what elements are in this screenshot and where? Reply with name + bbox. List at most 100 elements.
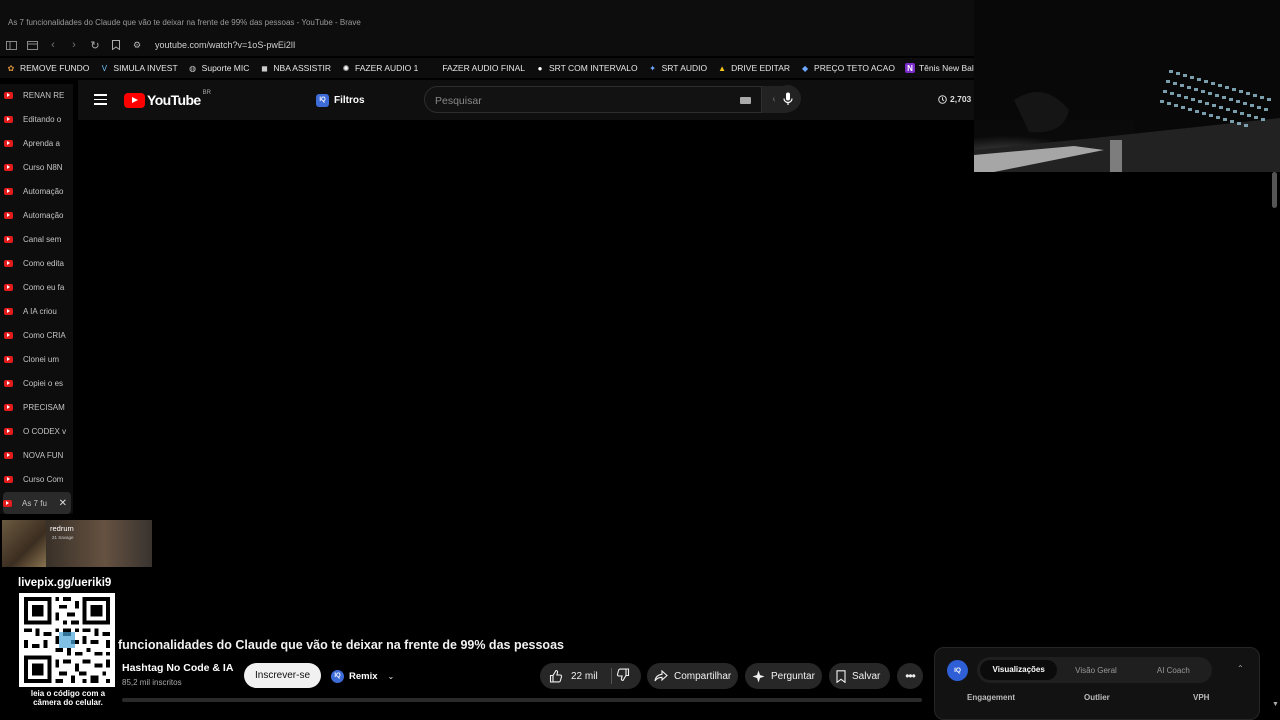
like-count[interactable]: 22 mil	[571, 671, 598, 682]
column-vph: VPH	[1193, 693, 1210, 702]
vertical-tab-strip: RENAN RE Editando o Aprenda a Curso N8N Auto…	[0, 84, 73, 514]
chevron-down-icon[interactable]: ⌄	[388, 672, 395, 681]
address-bar: ‹ › ↻ ⚙ youtube.com/watch?v=1oS-pwEi2lI	[0, 34, 975, 56]
bookmark-item[interactable]: FAZER AUDIO FINAL	[428, 63, 525, 73]
openai-icon: ✺	[342, 63, 350, 73]
tab-item[interactable]: Clonei um	[4, 348, 70, 370]
tab-label: Automação	[23, 210, 64, 220]
tab-label: O CODEX v	[23, 426, 67, 436]
bookmark-item[interactable]: ✺ FAZER AUDIO 1	[341, 63, 419, 73]
blank-icon	[428, 63, 438, 73]
tab-visao-geral[interactable]: Visão Geral	[1057, 666, 1134, 675]
page-scrollbar[interactable]: ▼	[1270, 172, 1280, 720]
track-artist: 21 Savage	[52, 535, 74, 540]
video-progress-strip[interactable]	[122, 698, 922, 702]
close-tab-icon[interactable]: ✕	[59, 498, 67, 509]
channel-name[interactable]: Hashtag No Code & IA	[122, 662, 233, 674]
youtube-favicon-icon	[4, 355, 13, 363]
webcam-overlay	[974, 0, 1280, 172]
sidebar-toggle-icon[interactable]	[1, 35, 21, 55]
dislike-icon[interactable]	[616, 668, 630, 682]
bookmark-item[interactable]: ✿ REMOVE FUNDO	[6, 63, 90, 73]
bookmark-item[interactable]: ● SRT COM INTERVALO	[535, 63, 638, 73]
tab-item[interactable]: Automação	[4, 180, 70, 202]
more-actions-button[interactable]: •••	[897, 663, 923, 689]
youtube-favicon-icon	[4, 211, 13, 219]
bookmark-item[interactable]: ▲ DRIVE EDITAR	[717, 63, 790, 73]
bookmark-icon[interactable]	[106, 35, 126, 55]
bookmark-label: DRIVE EDITAR	[731, 63, 791, 73]
tab-item[interactable]: A IA criou	[4, 300, 70, 322]
tab-item[interactable]: Como CRIA	[4, 324, 70, 346]
youtube-favicon-icon	[4, 475, 13, 483]
save-icon	[836, 669, 846, 683]
keyboard-icon[interactable]	[740, 97, 751, 104]
tab-item[interactable]: Editando o	[4, 108, 70, 130]
vidiq-logo-icon: IQ	[947, 660, 968, 681]
tab-item[interactable]: PRECISAM	[4, 396, 70, 418]
tab-visualizacoes[interactable]: Visualizações	[980, 660, 1058, 680]
tab-item[interactable]: O CODEX v	[4, 420, 70, 442]
tab-item[interactable]: Aprenda a	[4, 132, 70, 154]
voice-search-button[interactable]	[774, 85, 801, 112]
subscribe-button[interactable]: Inscrever-se	[244, 663, 321, 688]
bookmark-item[interactable]: ◆ PREÇO TETO ACAO	[800, 63, 895, 73]
like-icon[interactable]	[549, 669, 563, 683]
forward-icon[interactable]: ›	[64, 35, 84, 55]
save-button[interactable]: Salvar	[829, 663, 890, 689]
circle-icon: ●	[537, 63, 543, 73]
search-input[interactable]: Pesquisar	[424, 86, 762, 113]
tab-item[interactable]: NOVA FUN	[4, 444, 70, 466]
youtube-header: YouTube BR IQ Filtros Pesquisar 2,703	[78, 80, 975, 120]
album-art	[2, 520, 46, 567]
youtube-favicon-icon	[4, 379, 13, 387]
youtube-favicon-icon	[4, 187, 13, 195]
tab-label: PRECISAM	[23, 402, 65, 412]
bookmark-item[interactable]: ◍ Suporte MIC	[188, 63, 249, 73]
more-icon: •••	[905, 669, 916, 683]
window-title: As 7 funcionalidades do Claude que vão t…	[8, 18, 361, 27]
chevron-up-icon[interactable]: ⌃	[1237, 664, 1244, 673]
column-outlier: Outlier	[1084, 693, 1110, 702]
bookmark-item[interactable]: ✦ SRT AUDIO	[648, 63, 707, 73]
youtube-favicon-icon	[4, 115, 13, 123]
tab-active[interactable]: As 7 fu ✕	[3, 492, 71, 514]
n-icon: N	[904, 63, 915, 73]
tab-item[interactable]: Automação	[4, 204, 70, 226]
tab-item[interactable]: Curso Com	[4, 468, 70, 490]
ask-button[interactable]: Perguntar	[745, 663, 822, 689]
globe-icon: ◍	[189, 63, 197, 73]
site-settings-icon[interactable]: ⚙	[127, 35, 147, 55]
tab-label: Aprenda a	[23, 138, 60, 148]
scrollbar-thumb[interactable]	[1272, 172, 1277, 208]
tab-item[interactable]: RENAN RE	[4, 84, 70, 106]
reload-icon[interactable]: ↻	[85, 35, 105, 55]
youtube-logo[interactable]: YouTube BR	[124, 90, 211, 108]
bookmark-item[interactable]: ◼ NBA ASSISTIR	[259, 63, 331, 73]
tabs-icon[interactable]	[22, 35, 42, 55]
back-icon[interactable]: ‹	[43, 35, 63, 55]
youtube-wordmark: YouTube	[147, 92, 201, 108]
tab-item[interactable]: Copiei o es	[4, 372, 70, 394]
share-button[interactable]: Compartilhar	[647, 663, 738, 689]
menu-icon[interactable]	[94, 94, 107, 105]
tab-item[interactable]: Como eu fa	[4, 276, 70, 298]
sparkle-icon: ✦	[649, 63, 656, 73]
tab-label: Automação	[23, 186, 64, 196]
bookmark-label: FAZER AUDIO FINAL	[442, 63, 525, 73]
livepix-url: livepix.gg/ueriki9	[18, 577, 112, 589]
watch-time-counter[interactable]: 2,703	[938, 94, 971, 104]
scroll-down-arrow-icon[interactable]: ▼	[1272, 701, 1279, 708]
filters-button[interactable]: IQ Filtros	[316, 90, 365, 110]
youtube-favicon-icon	[4, 163, 13, 171]
url-field[interactable]: youtube.com/watch?v=1oS-pwEi2lI	[155, 40, 295, 50]
tab-item[interactable]: Como edita	[4, 252, 70, 274]
remix-button[interactable]: IQ Remix ⌄	[331, 666, 394, 686]
tab-item[interactable]: Canal sem	[4, 228, 70, 250]
bookmark-item[interactable]: NTênis New Balance 2...	[904, 63, 975, 73]
bookmark-item[interactable]: V SIMULA INVEST	[99, 63, 178, 73]
tab-label: Curso N8N	[23, 162, 63, 172]
youtube-play-icon	[124, 92, 145, 108]
tab-item[interactable]: Curso N8N	[4, 156, 70, 178]
tab-ai-coach[interactable]: AI Coach	[1135, 666, 1212, 675]
